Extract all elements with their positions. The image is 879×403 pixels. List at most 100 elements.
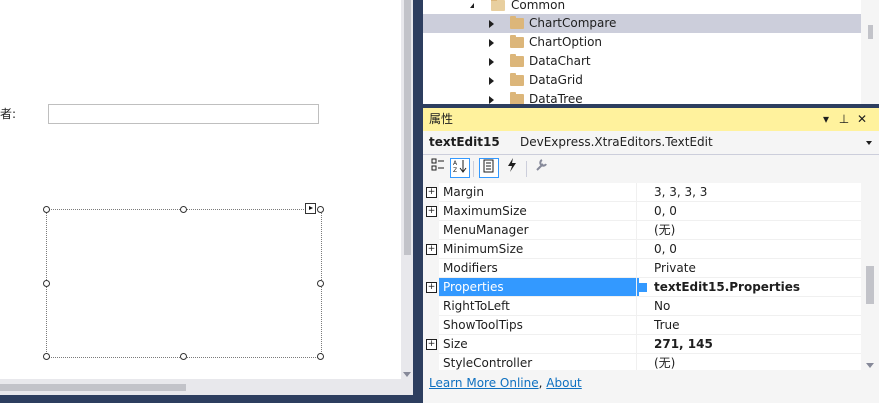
property-name: MenuManager bbox=[439, 221, 639, 240]
folder-icon bbox=[510, 92, 524, 104]
property-name: Modifiers bbox=[439, 259, 639, 278]
expand-plus-icon[interactable]: + bbox=[426, 187, 437, 198]
property-value[interactable]: 0, 0 bbox=[636, 202, 879, 221]
properties-icon[interactable] bbox=[479, 158, 499, 178]
property-name: RightToLeft bbox=[439, 297, 639, 316]
property-grid[interactable]: + Margin 3, 3, 3, 3 + MaximumSize 0, 0 M… bbox=[423, 183, 879, 370]
property-name: MaximumSize bbox=[439, 202, 639, 221]
designer-vertical-scrollbar[interactable] bbox=[401, 0, 413, 379]
dropdown-arrow-icon[interactable] bbox=[866, 141, 872, 145]
smart-tag-icon[interactable] bbox=[305, 203, 316, 214]
property-value[interactable]: 271, 145 bbox=[636, 335, 879, 354]
window-frame bbox=[0, 395, 423, 403]
property-value[interactable]: True bbox=[636, 316, 879, 335]
property-row-modifiers[interactable]: Modifiers Private bbox=[423, 259, 879, 278]
pane-splitter[interactable] bbox=[413, 0, 423, 403]
expand-closed-icon[interactable] bbox=[489, 20, 494, 28]
property-value[interactable]: No bbox=[636, 297, 879, 316]
property-row-righttoleft[interactable]: RightToLeft No bbox=[423, 297, 879, 316]
property-row-size[interactable]: + Size 271, 145 bbox=[423, 335, 879, 354]
close-icon[interactable]: ✕ bbox=[855, 108, 869, 131]
form-designer[interactable]: 者: bbox=[0, 0, 401, 395]
tree-node-common[interactable]: Common bbox=[423, 0, 861, 15]
scrollbar-corner bbox=[401, 379, 413, 395]
tree-node-chartcompare[interactable]: ChartCompare bbox=[423, 14, 861, 33]
grid-vertical-scrollbar[interactable] bbox=[861, 183, 879, 370]
designer-text-input[interactable] bbox=[48, 104, 319, 124]
properties-toolbar: AZ bbox=[423, 155, 879, 183]
expand-closed-icon[interactable] bbox=[489, 58, 494, 66]
object-type: DevExpress.XtraEditors.TextEdit bbox=[520, 135, 713, 149]
alphabetical-icon[interactable]: AZ bbox=[450, 158, 470, 178]
scroll-down-icon[interactable] bbox=[866, 363, 874, 368]
resize-handle-s[interactable] bbox=[180, 353, 187, 360]
property-value[interactable]: 3, 3, 3, 3 bbox=[636, 183, 879, 202]
folder-icon bbox=[510, 16, 524, 29]
chevron-down-icon[interactable]: ▾ bbox=[819, 108, 833, 131]
toolbar-separator bbox=[473, 161, 474, 177]
property-value[interactable]: textEdit15.Properties bbox=[636, 278, 879, 297]
link-separator: , bbox=[538, 376, 543, 390]
designer-horizontal-scrollbar[interactable] bbox=[0, 379, 401, 395]
tree-node-datagrid[interactable]: DataGrid bbox=[423, 71, 861, 90]
resize-handle-nw[interactable] bbox=[43, 206, 50, 213]
property-pages-icon[interactable] bbox=[531, 158, 551, 178]
tree-node-datachart[interactable]: DataChart bbox=[423, 52, 861, 71]
tree-node-label: ChartCompare bbox=[529, 16, 617, 30]
categorized-icon[interactable] bbox=[428, 158, 448, 178]
resize-handle-ne[interactable] bbox=[317, 206, 324, 213]
expand-closed-icon[interactable] bbox=[489, 96, 494, 104]
svg-text:A: A bbox=[453, 160, 458, 167]
about-link[interactable]: About bbox=[546, 376, 581, 390]
property-value[interactable]: Private bbox=[636, 259, 879, 278]
expand-plus-icon[interactable]: + bbox=[426, 206, 437, 217]
resize-handle-n[interactable] bbox=[180, 206, 187, 213]
property-row-menumanager[interactable]: MenuManager (无) bbox=[423, 221, 879, 240]
property-row-stylecontroller[interactable]: StyleController (无) bbox=[423, 354, 863, 370]
field-label: 者: bbox=[0, 107, 17, 121]
property-name: Size bbox=[439, 335, 639, 354]
expand-plus-icon[interactable]: + bbox=[426, 244, 437, 255]
expand-plus-icon[interactable]: + bbox=[426, 339, 437, 350]
events-icon[interactable] bbox=[502, 158, 522, 178]
property-row-showtooltips[interactable]: ShowToolTips True bbox=[423, 316, 879, 335]
expand-closed-icon[interactable] bbox=[489, 39, 494, 47]
tree-vertical-scrollbar[interactable] bbox=[861, 0, 879, 104]
properties-title-bar[interactable]: 属性 ▾ ⊥ ✕ bbox=[423, 108, 879, 131]
resize-handle-w[interactable] bbox=[43, 280, 50, 287]
svg-text:Z: Z bbox=[453, 167, 457, 173]
tree-node-datatree[interactable]: DataTree bbox=[423, 90, 861, 104]
panel-title: 属性 bbox=[429, 112, 454, 126]
learn-more-link[interactable]: Learn More Online bbox=[429, 376, 539, 390]
property-value[interactable]: 0, 0 bbox=[636, 240, 879, 259]
pin-icon[interactable]: ⊥ bbox=[837, 108, 851, 131]
scroll-down-icon[interactable] bbox=[403, 372, 411, 377]
resize-handle-e[interactable] bbox=[317, 280, 324, 287]
property-name: ShowToolTips bbox=[439, 316, 639, 335]
resize-handle-sw[interactable] bbox=[43, 353, 50, 360]
selected-memo-control[interactable] bbox=[46, 209, 322, 358]
resize-handle-se[interactable] bbox=[317, 353, 324, 360]
folder-icon bbox=[510, 54, 524, 67]
scroll-thumb[interactable] bbox=[868, 25, 873, 39]
property-value[interactable]: (无) bbox=[636, 221, 879, 240]
property-row-margin[interactable]: + Margin 3, 3, 3, 3 bbox=[423, 183, 879, 202]
expand-closed-icon[interactable] bbox=[489, 77, 494, 85]
tree-node-label: ChartOption bbox=[529, 35, 603, 49]
object-selector-dropdown[interactable]: textEdit15 DevExpress.XtraEditors.TextEd… bbox=[423, 131, 879, 155]
scroll-thumb[interactable] bbox=[0, 384, 186, 391]
scroll-thumb[interactable] bbox=[866, 266, 874, 304]
property-row-maximumsize[interactable]: + MaximumSize 0, 0 bbox=[423, 202, 879, 221]
property-value[interactable]: (无) bbox=[636, 354, 879, 370]
property-row-minimumsize[interactable]: + MinimumSize 0, 0 bbox=[423, 240, 879, 259]
tree-node-label: DataGrid bbox=[529, 73, 583, 87]
scroll-thumb[interactable] bbox=[404, 0, 411, 255]
expand-open-icon[interactable] bbox=[470, 3, 474, 8]
folder-open-icon bbox=[491, 0, 505, 11]
expand-plus-icon[interactable]: + bbox=[426, 282, 437, 293]
property-row-properties[interactable]: + Properties textEdit15.Properties bbox=[423, 278, 879, 297]
properties-links-bar: Learn More Online, About bbox=[423, 370, 879, 403]
solution-explorer-tree[interactable]: Common ChartCompare ChartOption DataChar… bbox=[423, 0, 879, 104]
tree-node-chartoption[interactable]: ChartOption bbox=[423, 33, 861, 52]
tree-node-label: Common bbox=[511, 0, 566, 12]
